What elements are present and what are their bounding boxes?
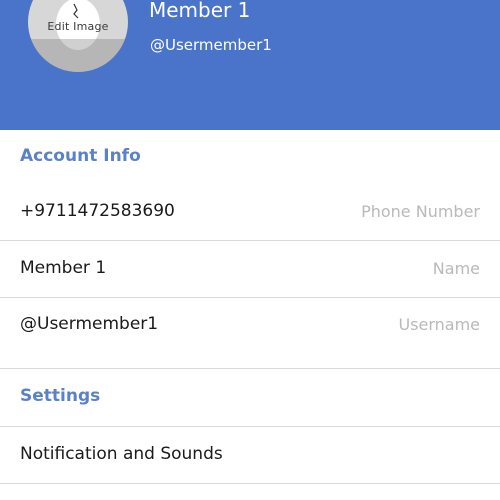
- section-divider: [0, 353, 500, 369]
- profile-username: @Usermember1: [150, 36, 272, 54]
- edit-image-label[interactable]: Edit Image: [28, 20, 128, 33]
- name-value: Member 1: [20, 258, 107, 278]
- bottom-divider: [0, 483, 500, 484]
- phone-number-label: Phone Number: [361, 202, 480, 221]
- username-value: @Usermember1: [20, 314, 159, 334]
- name-label: Name: [432, 259, 480, 278]
- notifications-label: Notification and Sounds: [20, 444, 223, 464]
- phone-number-value: +9711472583690: [20, 201, 175, 221]
- avatar-edit-overlay: [28, 39, 128, 72]
- username-row[interactable]: @Usermember1 Username: [0, 297, 500, 354]
- profile-header: Edit Image Member 1 @Usermember1: [0, 0, 500, 130]
- notifications-row[interactable]: Notification and Sounds: [0, 426, 500, 484]
- account-info-title: Account Info: [20, 146, 141, 166]
- username-label: Username: [398, 315, 480, 334]
- profile-name: Member 1: [149, 0, 251, 22]
- phone-number-row[interactable]: +9711472583690 Phone Number: [0, 184, 500, 241]
- settings-title: Settings: [20, 386, 101, 406]
- name-row[interactable]: Member 1 Name: [0, 241, 500, 298]
- avatar[interactable]: Edit Image: [28, 0, 128, 72]
